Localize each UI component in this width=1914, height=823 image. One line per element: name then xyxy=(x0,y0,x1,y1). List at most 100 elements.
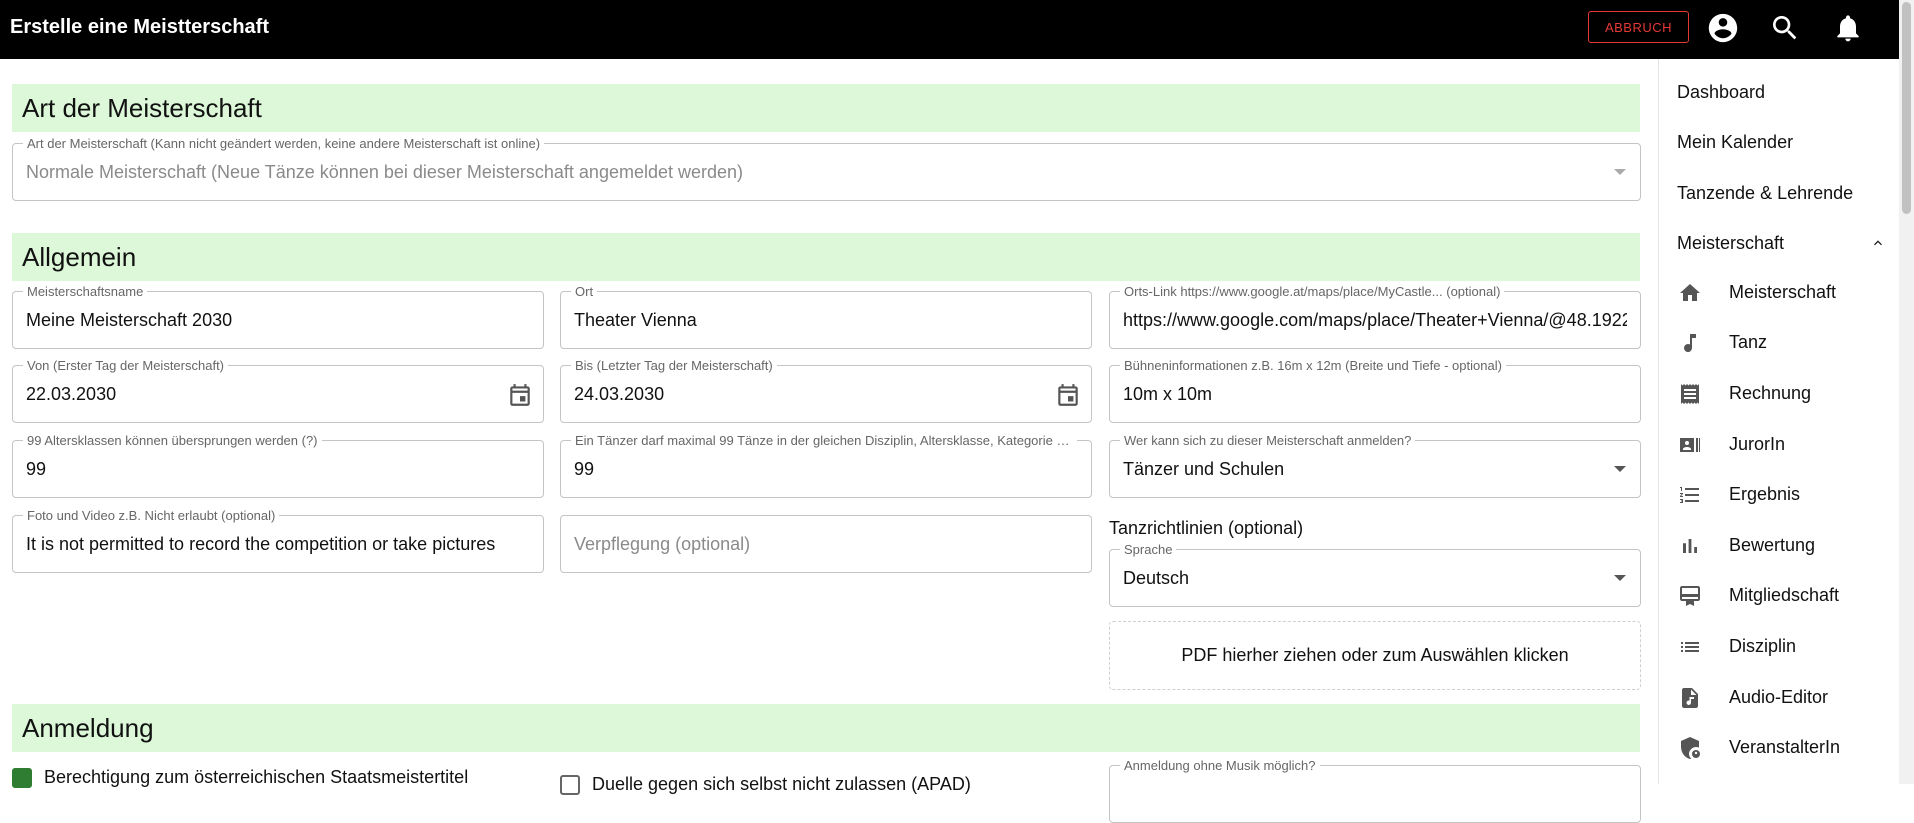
field-value: 22.03.2030 xyxy=(26,384,117,404)
sidebar-item-veranstalter[interactable]: VeranstalterIn xyxy=(1659,728,1899,768)
location-field[interactable]: Ort Theater Vienna xyxy=(560,284,1092,349)
field-value: 99 xyxy=(574,459,595,479)
photo-video-field[interactable]: Foto und Video z.B. Nicht erlaubt (optio… xyxy=(12,508,544,573)
stage-info-field[interactable]: Bühneninformationen z.B. 16m x 12m (Brei… xyxy=(1109,358,1641,423)
sidebar-item-ergebnis[interactable]: Ergebnis xyxy=(1659,475,1899,515)
checkbox-label: Duelle gegen sich selbst nicht zulassen … xyxy=(592,774,971,794)
field-value: It is not permitted to record the compet… xyxy=(26,534,496,554)
language-select[interactable]: Sprache Deutsch xyxy=(1109,542,1641,607)
field-label: Ort xyxy=(571,284,598,299)
field-value: 99 xyxy=(26,459,47,479)
account-circle-icon[interactable] xyxy=(1705,10,1741,46)
admin-shield-icon xyxy=(1681,737,1700,759)
duel-checkbox-row[interactable]: Duelle gegen sich selbst nicht zulassen … xyxy=(560,774,971,795)
start-date-field[interactable]: Von (Erster Tag der Meisterschaft) 22.03… xyxy=(12,358,544,423)
card-membership-icon xyxy=(1680,586,1700,606)
pdf-dropzone[interactable]: PDF hierher ziehen oder zum Auswählen kl… xyxy=(1109,621,1641,690)
scrollbar-thumb[interactable] xyxy=(1902,2,1911,214)
registration-without-music-select[interactable]: Anmeldung ohne Musik möglich? xyxy=(1109,758,1641,823)
chevron-up-icon[interactable] xyxy=(1870,235,1886,251)
sidebar-item-meisterschaft[interactable]: Meisterschaft xyxy=(1659,273,1899,313)
field-value: Meine Meisterschaft 2030 xyxy=(26,310,233,330)
sidebar-item-disziplin[interactable]: Disziplin xyxy=(1659,627,1899,667)
state-champion-checkbox-row[interactable]: Berechtigung zum österreichischen Staats… xyxy=(12,767,468,788)
field-label: Foto und Video z.B. Nicht erlaubt (optio… xyxy=(23,508,280,523)
sidebar-item-label: Meisterschaft xyxy=(1729,282,1837,302)
sidebar-item-bewertung[interactable]: Bewertung xyxy=(1659,526,1899,566)
section-header-anmeldung: Anmeldung xyxy=(12,704,1640,752)
field-value: https://www.google.com/maps/place/Theate… xyxy=(1123,310,1627,330)
sidebar-item-label: JurorIn xyxy=(1729,434,1786,454)
section-header-art: Art der Meisterschaft xyxy=(12,84,1640,132)
end-date-field[interactable]: Bis (Letzter Tag der Meisterschaft) 24.0… xyxy=(560,358,1092,423)
music-note-icon xyxy=(1684,334,1696,353)
calendar-icon[interactable] xyxy=(1055,382,1081,408)
sidebar-item-rechnung[interactable]: Rechnung xyxy=(1659,374,1899,414)
search-icon[interactable] xyxy=(1767,10,1803,46)
sidebar-item-label: Ergebnis xyxy=(1729,484,1801,504)
top-app-bar: Erstelle eine Meistterschaft ABBRUCH xyxy=(0,0,1914,59)
field-label: Bühneninformationen z.B. 16m x 12m (Brei… xyxy=(1120,358,1506,373)
field-value: Deutsch xyxy=(1123,568,1190,588)
catering-placeholder: Verpflegung (optional) xyxy=(574,534,751,554)
championship-type-value: Normale Meisterschaft (Neue Tänze können… xyxy=(26,162,744,182)
sidebar-item-label: Audio-Editor xyxy=(1729,687,1829,707)
field-value: 10m x 10m xyxy=(1123,384,1213,404)
chevron-down-icon xyxy=(1614,575,1626,581)
field-label: 99 Altersklassen können übersprungen wer… xyxy=(23,433,322,448)
sidebar-item-dancers-teachers[interactable]: Tanzende & Lehrende xyxy=(1677,183,1853,204)
home-icon xyxy=(1680,284,1700,301)
dance-guidelines-label: Tanzrichtlinien (optional) xyxy=(1109,518,1304,538)
list-icon xyxy=(1681,642,1699,652)
championship-type-label: Art der Meisterschaft (Kann nicht geände… xyxy=(23,136,545,151)
bell-icon[interactable] xyxy=(1830,10,1866,46)
sidebar-item-dashboard[interactable]: Dashboard xyxy=(1677,82,1765,103)
bar-chart-icon xyxy=(1683,539,1697,553)
sidebar-item-label: Bewertung xyxy=(1729,535,1816,555)
sidebar-item-juror[interactable]: JurorIn xyxy=(1659,425,1899,465)
field-value: Theater Vienna xyxy=(574,310,697,330)
page-title: Erstelle eine Meistterschaft xyxy=(10,16,269,38)
registrant-type-select[interactable]: Wer kann sich zu dieser Meisterschaft an… xyxy=(1109,433,1641,498)
field-value: Tänzer und Schulen xyxy=(1123,459,1285,479)
field-label: Anmeldung ohne Musik möglich? xyxy=(1120,758,1320,773)
badge-icon xyxy=(1680,438,1700,452)
championship-type-select[interactable]: Art der Meisterschaft (Kann nicht geände… xyxy=(12,136,1641,201)
sidebar-item-championship-group[interactable]: Meisterschaft xyxy=(1677,233,1784,254)
field-label: Wer kann sich zu dieser Meisterschaft an… xyxy=(1120,433,1416,448)
sidebar-item-label: Mitgliedschaft xyxy=(1729,585,1840,605)
age-classes-skip-field[interactable]: 99 Altersklassen können übersprungen wer… xyxy=(12,433,544,498)
sidebar-item-label: VeranstalterIn xyxy=(1729,737,1841,757)
chevron-down-icon xyxy=(1614,169,1626,175)
field-label: Ein Tänzer darf maximal 99 Tänze in der … xyxy=(571,433,1077,448)
sidebar-item-audio-editor[interactable]: Audio-Editor xyxy=(1659,678,1899,718)
max-dances-field[interactable]: Ein Tänzer darf maximal 99 Tänze in der … xyxy=(560,433,1092,498)
sidebar-item-tanz[interactable]: Tanz xyxy=(1659,323,1899,363)
section-header-allgemein: Allgemein xyxy=(12,233,1640,281)
field-label: Bis (Letzter Tag der Meisterschaft) xyxy=(571,358,777,373)
abort-button[interactable]: ABBRUCH xyxy=(1588,11,1689,43)
format-list-numbered-icon xyxy=(1680,487,1699,503)
location-link-field[interactable]: Orts-Link https://www.google.at/maps/pla… xyxy=(1109,284,1641,349)
catering-field[interactable]: Verpflegung (optional) xyxy=(560,515,1092,573)
field-label: Von (Erster Tag der Meisterschaft) xyxy=(23,358,229,373)
field-value: 24.03.2030 xyxy=(574,384,665,404)
checkbox-label: Berechtigung zum österreichischen Staats… xyxy=(44,767,469,787)
sidebar-item-label: Tanz xyxy=(1729,332,1768,352)
sidebar-item-label: Disziplin xyxy=(1729,636,1797,656)
sidebar-item-mitgliedschaft[interactable]: Mitgliedschaft xyxy=(1659,576,1899,616)
checkbox-unchecked[interactable] xyxy=(560,774,580,795)
main-content: Art der Meisterschaft Art der Meistersch… xyxy=(0,59,1658,823)
field-label: Sprache xyxy=(1120,542,1177,557)
chevron-down-icon xyxy=(1614,466,1626,472)
calendar-icon[interactable] xyxy=(507,382,533,408)
field-label: Meisterschaftsname xyxy=(23,284,148,299)
sidebar-item-calendar[interactable]: Mein Kalender xyxy=(1677,132,1793,153)
championship-name-field[interactable]: Meisterschaftsname Meine Meisterschaft 2… xyxy=(12,284,544,349)
sidebar-item-label: Rechnung xyxy=(1729,383,1812,403)
receipt-icon xyxy=(1681,384,1699,404)
field-label: Orts-Link https://www.google.at/maps/pla… xyxy=(1120,284,1505,299)
checkbox-checked[interactable] xyxy=(12,767,32,788)
sidebar: Dashboard Mein Kalender Tanzende & Lehre… xyxy=(1658,59,1899,784)
audio-file-icon xyxy=(1682,688,1698,708)
